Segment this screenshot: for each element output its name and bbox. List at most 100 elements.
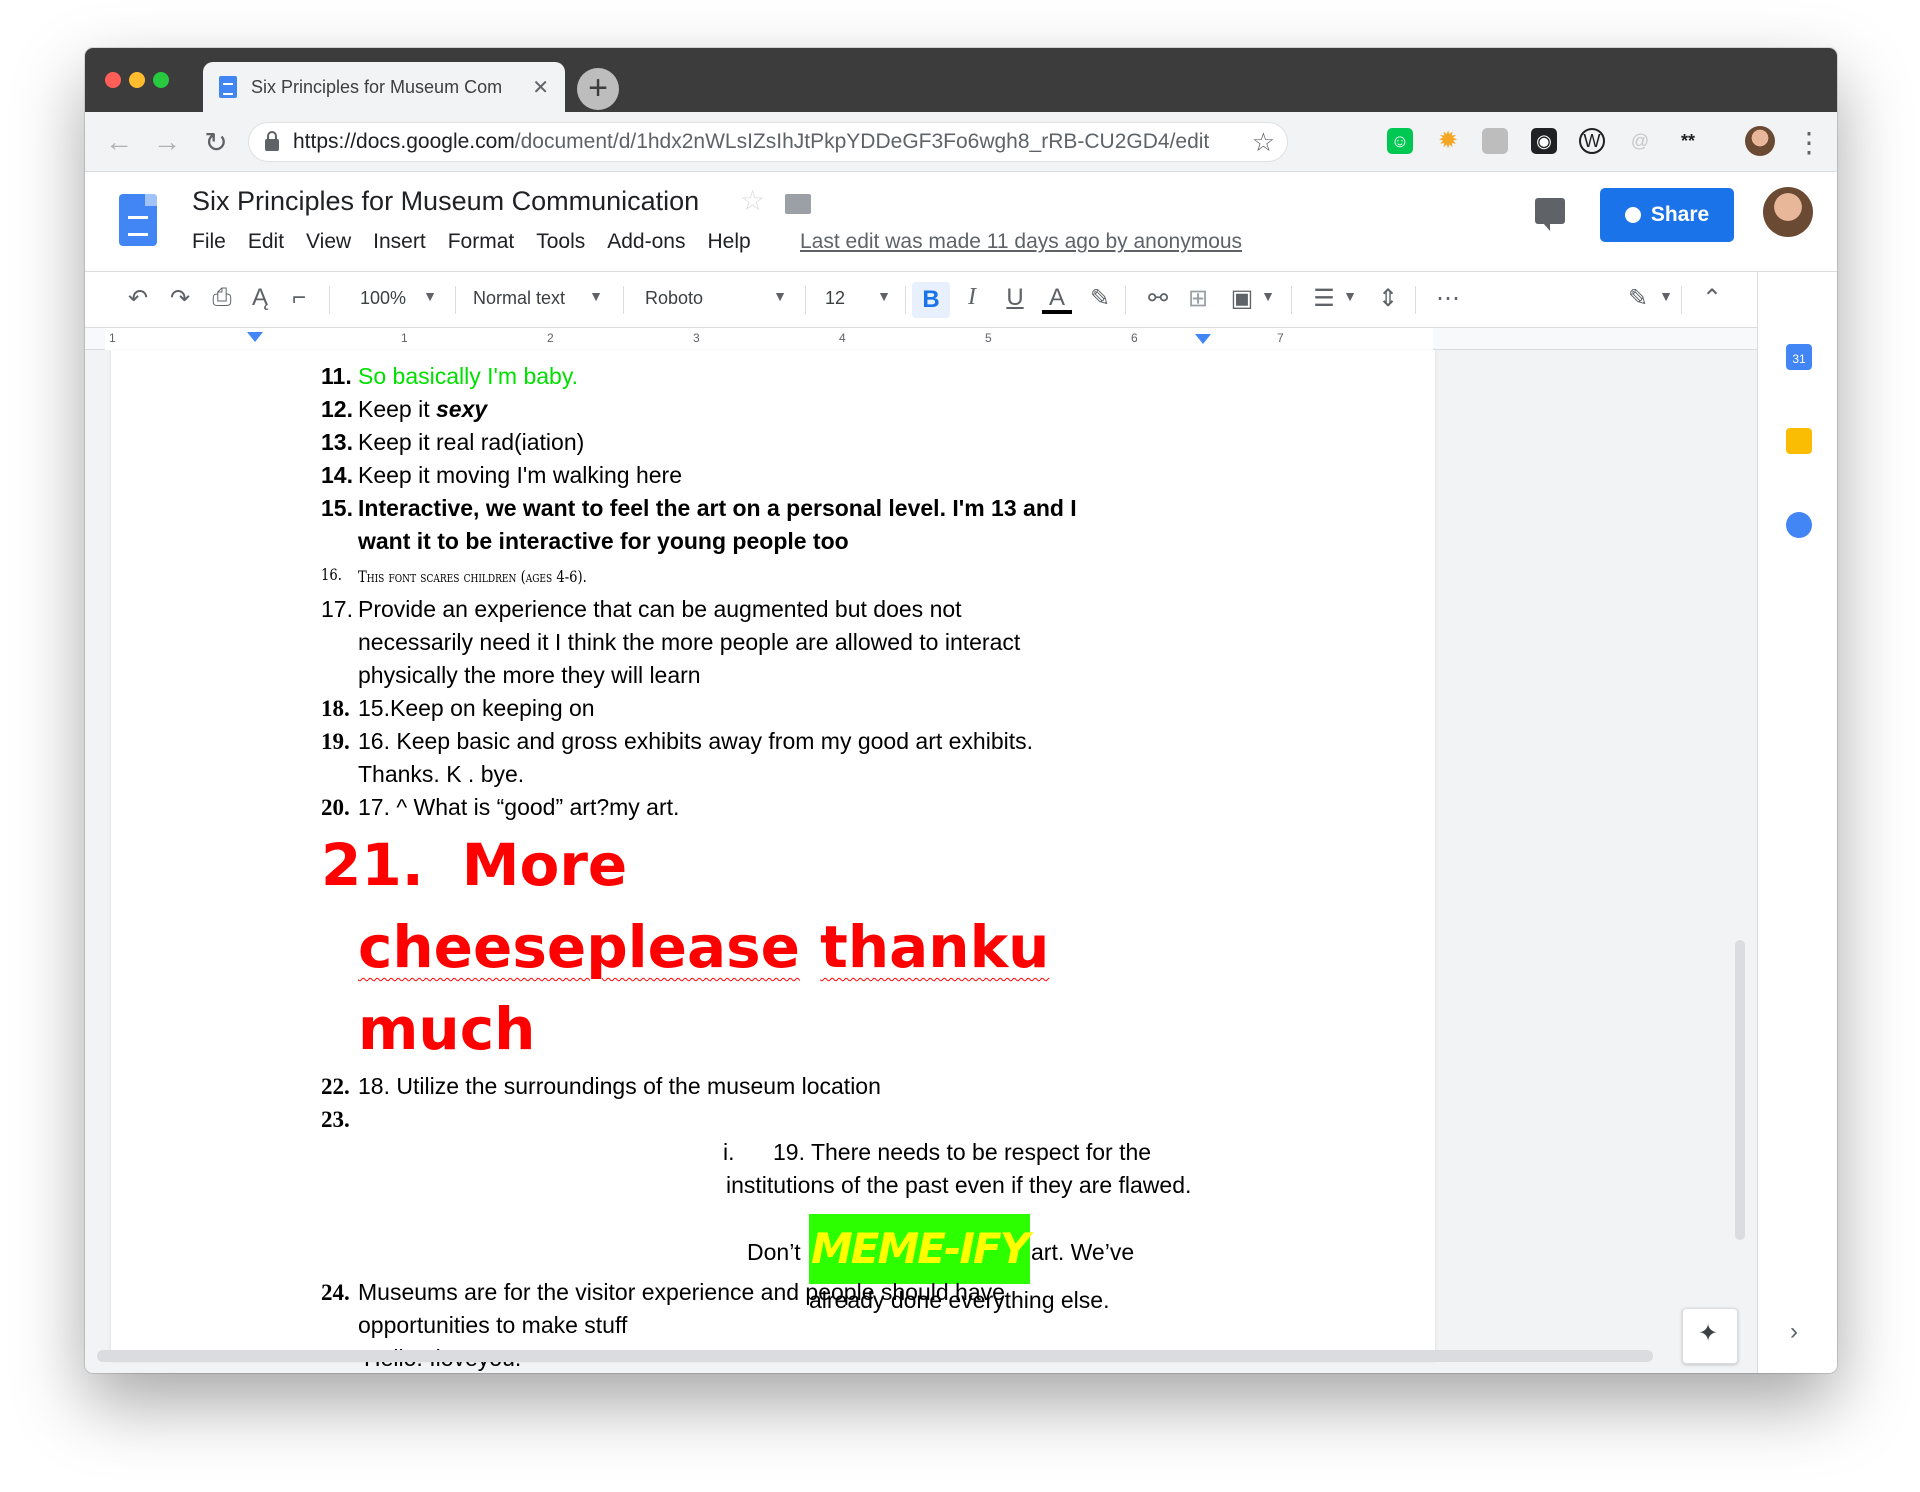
list-text: Provide an experience that can be augmen… <box>358 596 1021 688</box>
account-avatar[interactable] <box>1763 187 1813 237</box>
line-spacing-icon[interactable]: ⇕ <box>1373 284 1403 313</box>
image-dropdown-icon[interactable]: ▼ <box>1253 288 1283 304</box>
left-indent-marker[interactable] <box>247 332 263 342</box>
style-dropdown-icon[interactable]: ▼ <box>581 288 611 304</box>
italic-button[interactable]: I <box>957 284 987 311</box>
ruler-number: 4 <box>839 331 846 345</box>
menu-tools[interactable]: Tools <box>536 230 585 254</box>
menu-file[interactable]: File <box>192 230 226 254</box>
insert-link-icon[interactable]: ⚯ <box>1143 284 1173 313</box>
print-icon[interactable]: ⎙ <box>207 284 237 312</box>
underline-button[interactable]: U <box>1000 284 1030 312</box>
tab-strip: Six Principles for Museum Com ✕ + <box>85 48 1837 112</box>
comments-icon[interactable] <box>1535 198 1565 231</box>
sub-list-text: art. We’ve <box>1031 1239 1135 1265</box>
insert-comment-icon[interactable]: ⊞ <box>1183 284 1213 313</box>
font-dropdown-icon[interactable]: ▼ <box>765 288 795 304</box>
size-dropdown-icon[interactable]: ▼ <box>869 288 899 304</box>
menu-edit[interactable]: Edit <box>248 230 284 254</box>
text-color-button[interactable]: A <box>1042 284 1072 314</box>
formatting-toolbar: ↶ ↷ ⎙ Ą ⌐ 100% ▼ Normal text ▼ Roboto ▼ … <box>85 272 1757 328</box>
forward-arrow-icon[interactable]: → <box>151 126 183 158</box>
list-text: Keep it moving I'm walking here <box>358 462 682 488</box>
zoom-select[interactable]: 100% <box>360 288 406 309</box>
mode-dropdown-icon[interactable]: ▼ <box>1651 288 1681 304</box>
document-page[interactable]: 11. So basically I'm baby. 12. Keep it s… <box>111 350 1435 1371</box>
list-number: 20. <box>321 795 350 820</box>
menu-view[interactable]: View <box>306 230 351 254</box>
browser-tab[interactable]: Six Principles for Museum Com ✕ <box>203 62 565 112</box>
extension-asterisk-icon[interactable]: ** <box>1675 128 1701 154</box>
ruler[interactable]: 1 1 2 3 4 5 6 7 <box>85 328 1757 350</box>
list-number: 19. <box>321 729 350 754</box>
reload-icon[interactable]: ↻ <box>200 126 232 159</box>
keep-icon[interactable] <box>1786 428 1812 454</box>
address-bar[interactable]: https://docs.google.com /document/d/1hdx… <box>248 122 1288 162</box>
misspelled-word[interactable]: thanku <box>820 913 1049 981</box>
close-window-button[interactable] <box>105 72 121 88</box>
zoom-dropdown-icon[interactable]: ▼ <box>415 288 445 304</box>
misspelled-word[interactable]: cheeseplease <box>358 913 800 981</box>
spellcheck-icon[interactable]: Ą <box>245 284 275 312</box>
toolbar-divider <box>1125 286 1126 314</box>
list-text: 16. Keep basic and gross exhibits away f… <box>358 728 1034 787</box>
highlight-color-icon[interactable]: ✎ <box>1085 284 1115 313</box>
extension-w-icon[interactable]: W <box>1579 128 1605 154</box>
extension-orange-gear-icon[interactable]: ✹ <box>1435 128 1461 154</box>
paint-format-icon[interactable]: ⌐ <box>284 284 314 312</box>
editing-mode-pencil-icon[interactable]: ✎ <box>1623 284 1653 313</box>
star-icon[interactable]: ☆ <box>740 184 765 217</box>
extension-qr-icon[interactable] <box>1482 128 1508 154</box>
back-arrow-icon[interactable]: ← <box>103 126 135 158</box>
ruler-number: 5 <box>985 331 992 345</box>
minimize-window-button[interactable] <box>129 72 145 88</box>
url-host: https://docs.google.com <box>293 130 515 153</box>
more-menu-icon[interactable]: ⋮ <box>1793 126 1825 159</box>
maximize-window-button[interactable] <box>153 72 169 88</box>
sub-list-text: 19. There needs to be respect for the <box>773 1139 1152 1165</box>
document-body[interactable]: 11. So basically I'm baby. 12. Keep it s… <box>321 360 1191 1373</box>
list-text: Museums are for the visitor experience a… <box>358 1279 1005 1338</box>
list-item-large-red: 21. More cheeseplease thanku much <box>321 824 1081 1070</box>
extension-green-icon[interactable]: ☺ <box>1387 128 1413 154</box>
redo-icon[interactable]: ↷ <box>165 284 195 313</box>
sub-list-text: institutions of the past even if they ar… <box>726 1172 1192 1198</box>
tasks-icon[interactable] <box>1786 512 1812 538</box>
font-size-select[interactable]: 12 <box>825 288 845 309</box>
explore-button[interactable] <box>1682 1308 1738 1364</box>
close-tab-icon[interactable]: ✕ <box>532 75 549 100</box>
right-indent-marker[interactable] <box>1195 334 1211 344</box>
ruler-number: 1 <box>109 331 116 345</box>
bookmark-star-icon[interactable]: ☆ <box>1252 127 1275 158</box>
menu-addons[interactable]: Add-ons <box>607 230 685 254</box>
undo-icon[interactable]: ↶ <box>123 284 153 313</box>
share-button[interactable]: Share <box>1600 188 1734 242</box>
list-item: 12. Keep it sexy <box>321 393 1081 426</box>
extension-camera-icon[interactable]: ◉ <box>1531 128 1557 154</box>
collapse-menu-chevron-up-icon[interactable]: ⌃ <box>1697 284 1727 313</box>
font-select[interactable]: Roboto <box>645 288 703 309</box>
vertical-scrollbar[interactable] <box>1735 940 1745 1240</box>
more-options-icon[interactable]: ⋯ <box>1433 284 1463 313</box>
list-number: 11. <box>321 363 352 389</box>
document-canvas: 11. So basically I'm baby. 12. Keep it s… <box>85 350 1757 1373</box>
menu-insert[interactable]: Insert <box>373 230 426 254</box>
paragraph-style-select[interactable]: Normal text <box>473 288 565 309</box>
menu-help[interactable]: Help <box>707 230 750 254</box>
list-text: Interactive, we want to feel the art on … <box>358 495 1077 554</box>
profile-avatar[interactable] <box>1745 126 1775 156</box>
new-tab-button[interactable]: + <box>577 68 619 110</box>
align-dropdown-icon[interactable]: ▼ <box>1335 288 1365 304</box>
docs-logo-icon[interactable] <box>119 194 157 246</box>
horizontal-scrollbar[interactable] <box>97 1350 1653 1362</box>
folder-icon[interactable] <box>785 194 811 214</box>
menu-format[interactable]: Format <box>448 230 515 254</box>
document-title[interactable]: Six Principles for Museum Communication <box>192 186 699 217</box>
bold-button[interactable]: B <box>912 282 950 318</box>
extension-spiral-icon[interactable]: @ <box>1627 128 1653 154</box>
list-text: Keep it real rad(iation) <box>358 429 585 455</box>
calendar-icon[interactable]: 31 <box>1786 344 1812 370</box>
list-number: 23. <box>321 1107 350 1132</box>
expand-panel-chevron-icon[interactable]: › <box>1790 1318 1798 1346</box>
last-edit-link[interactable]: Last edit was made 11 days ago by anonym… <box>800 230 1242 254</box>
